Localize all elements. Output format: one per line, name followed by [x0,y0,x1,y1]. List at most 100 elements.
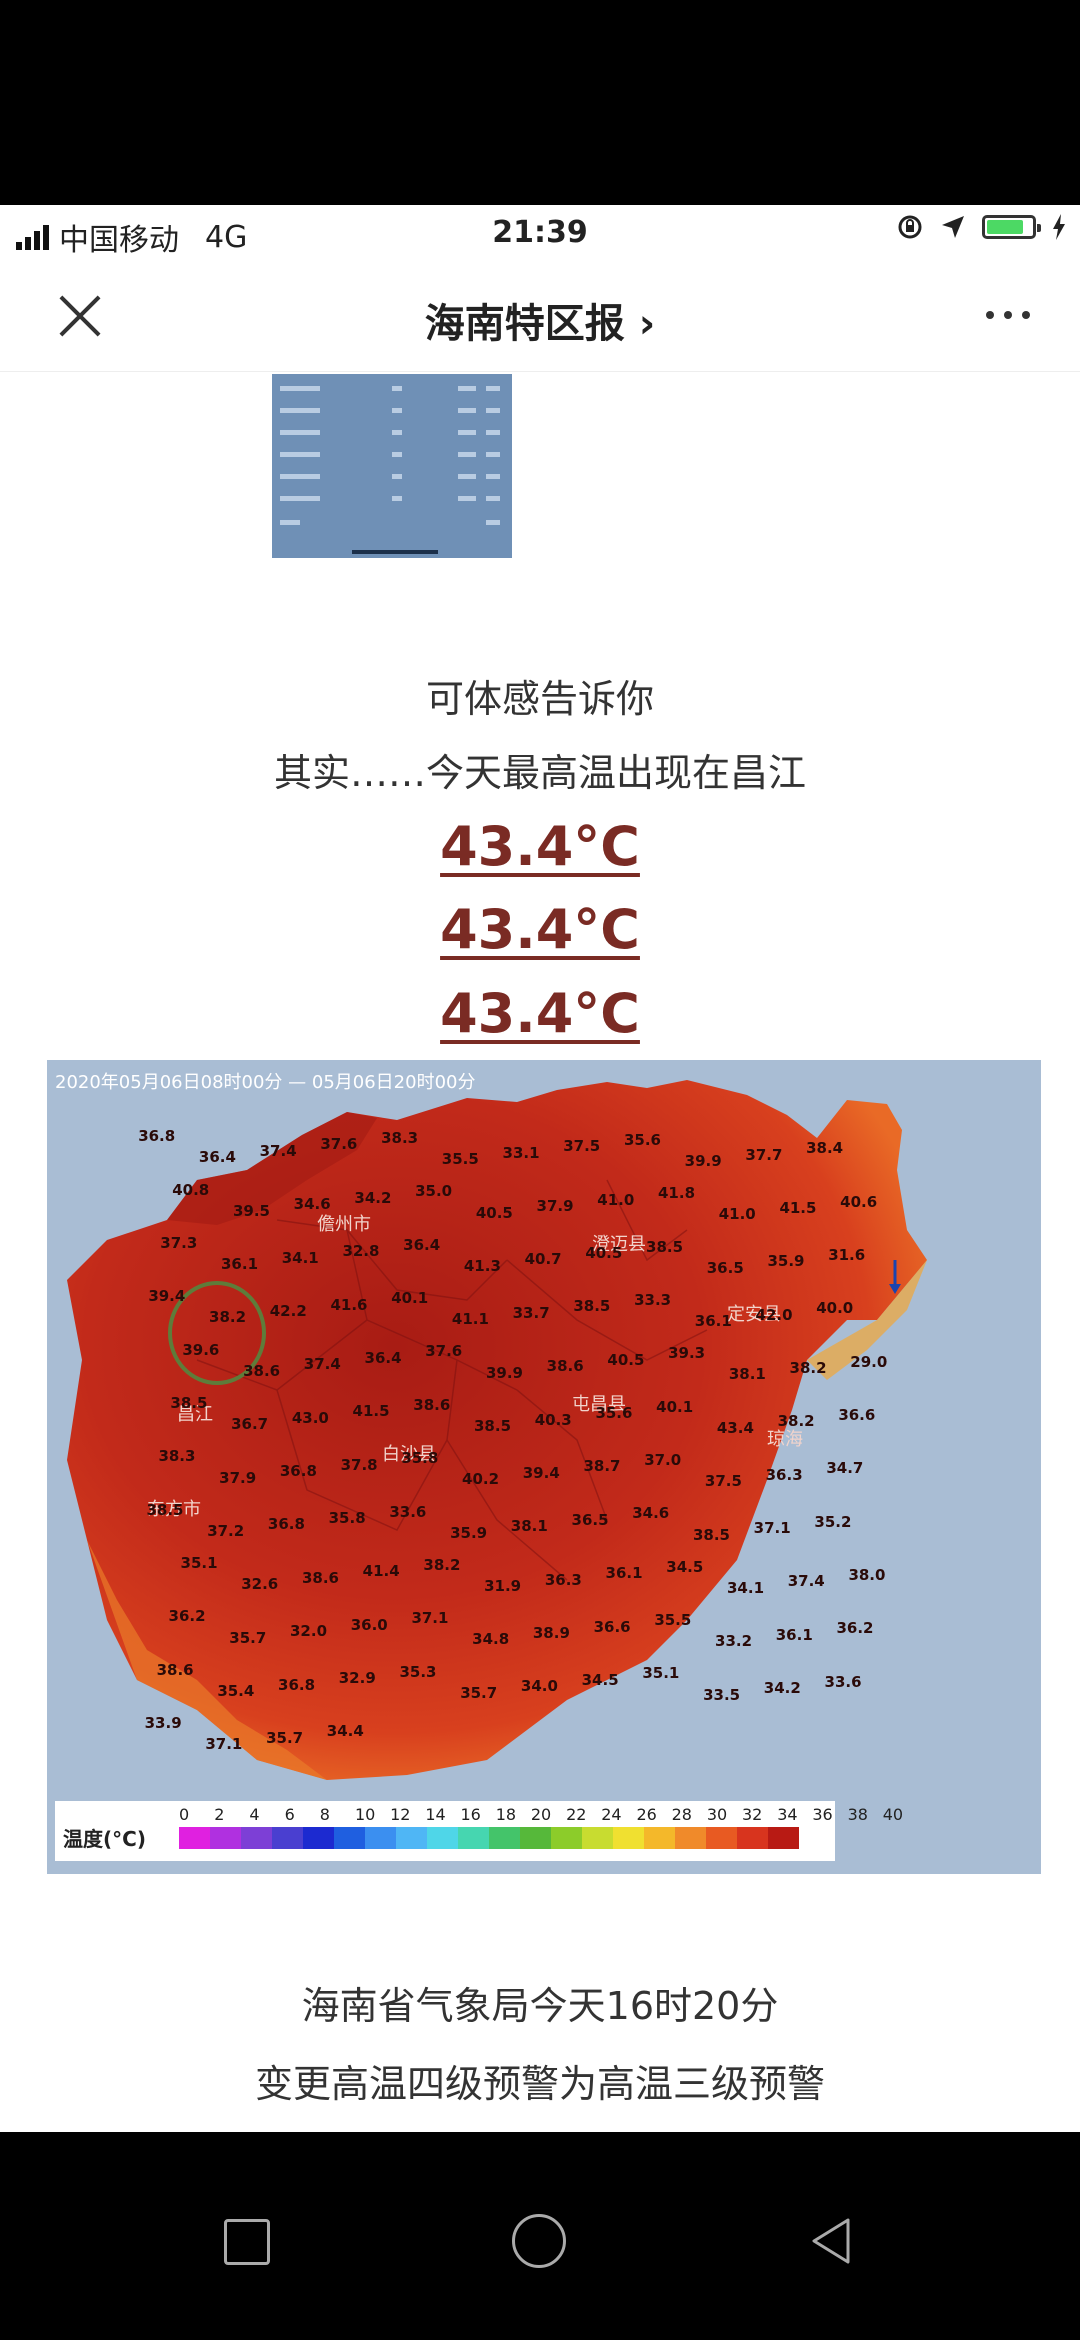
temp-reading: 35.2 [814,1512,852,1531]
legend-tick: 30 [706,1805,728,1824]
temp-reading: 36.5 [706,1258,744,1277]
temp-reading: 39.3 [668,1344,706,1363]
temp-reading: 41.0 [597,1190,635,1209]
temp-reading: 41.5 [352,1402,390,1421]
temperature-legend: 温度(°C) 0 2 4 6 8 10 12 14 16 18 20 22 24 26 28 30 32 34 36… [55,1801,903,1861]
legend-tick: 40 [882,1805,904,1824]
location-icon [942,216,964,238]
temp-reading: 34.1 [281,1248,319,1267]
temp-reading: 36.8 [278,1675,316,1694]
temp-reading: 36.4 [198,1148,236,1167]
temp-reading: 33.1 [502,1143,540,1162]
temp-reading: 32.6 [241,1575,279,1594]
weather-forecast-thumbnail[interactable] [272,374,512,558]
temp-reading: 37.6 [425,1342,463,1361]
temp-reading: 41.5 [779,1198,817,1217]
temp-reading: 37.9 [219,1468,257,1487]
temp-reading: 33.5 [703,1685,741,1704]
temp-reading: 31.6 [828,1245,866,1264]
legend-tick: 0 [179,1805,190,1824]
temp-reading: 34.4 [326,1722,364,1741]
legend-tick: 4 [249,1805,260,1824]
legend-swatch [644,1827,675,1849]
legend-swatch [334,1827,365,1849]
temp-reading: 36.2 [168,1607,206,1626]
legend-tick: 36 [812,1805,833,1824]
legend-tick: 22 [566,1805,587,1824]
legend-swatch [427,1827,458,1849]
temp-reading: 35.5 [441,1150,479,1169]
temp-reading: 37.4 [787,1572,825,1591]
charging-icon [1053,214,1065,240]
temp-reading: 34.6 [632,1504,670,1523]
temp-reading: 36.3 [765,1465,803,1484]
temp-reading: 40.0 [816,1299,854,1318]
legend-swatch [210,1827,241,1849]
temp-reading: 36.8 [138,1127,176,1146]
temperature-map[interactable]: 2020年05月06日08时00分 — 05月06日20时00分 儋州市 澄迈县定… [47,1060,1041,1874]
legend-tick: 6 [284,1805,295,1824]
account-title[interactable]: 海南特区报 › [0,291,1080,349]
temp-reading: 33.3 [634,1290,672,1309]
temp-reading: 33.6 [389,1502,427,1521]
temp-reading: 35.6 [623,1130,661,1149]
temp-reading: 39.9 [684,1152,722,1171]
temp-reading: 36.8 [279,1462,317,1481]
temp-reading: 38.2 [789,1359,827,1378]
temp-reading: 38.5 [646,1237,684,1256]
temp-reading: 38.7 [583,1457,621,1476]
temp-reading: 39.5 [232,1201,270,1220]
temp-reading: 34.8 [472,1630,510,1649]
legend-swatch [613,1827,644,1849]
legend-tick: 26 [636,1805,657,1824]
temp-reading: 35.6 [595,1404,633,1423]
temp-reading: 35.9 [450,1523,488,1542]
temp-reading: 41.4 [362,1562,400,1581]
temp-reading: 37.5 [704,1472,742,1491]
status-bar: 中国移动 4G 21:39 [0,205,1080,261]
battery-icon [982,215,1041,239]
back-button[interactable] [810,2216,852,2266]
temp-reading: 38.6 [301,1568,339,1587]
temp-reading: 39.9 [485,1363,523,1382]
home-button[interactable] [512,2214,566,2268]
temp-reading: 40.6 [840,1192,878,1211]
temp-reading: 38.5 [146,1500,184,1519]
temp-reading: 38.5 [573,1297,611,1316]
temp-reading: 38.0 [848,1566,886,1585]
temp-reading: 33.2 [715,1632,753,1651]
temp-reading: 38.3 [381,1129,419,1148]
map-labels-layer: 儋州市 澄迈县 定安县 昌江 白沙县 屯昌县 琼海 东方市 36.8 36.4 37.4 37.6 38… [47,1060,1041,1874]
map-region-label: 儋州市 [317,1214,371,1235]
temp-reading: 35.8 [401,1449,439,1468]
temp-reading: 36.2 [836,1619,874,1638]
temp-reading: 32.9 [338,1669,376,1688]
legend-tick: 16 [460,1805,481,1824]
temp-reading: 36.6 [838,1405,876,1424]
legend-tick: 18 [495,1805,517,1824]
temp-reading: 40.3 [534,1410,572,1429]
temp-reading: 36.1 [221,1255,259,1274]
temp-reading: 34.2 [354,1188,392,1207]
top-black-area [0,0,1080,205]
temp-reading: 34.5 [666,1557,704,1576]
orientation-lock-icon [898,215,922,239]
temp-reading: 38.2 [423,1555,461,1574]
temp-reading: 38.6 [243,1361,281,1380]
temp-reading: 35.7 [266,1728,304,1747]
temp-reading: 38.1 [510,1517,548,1536]
temp-reading: 35.4 [217,1681,255,1700]
temp-reading: 34.6 [293,1195,331,1214]
recent-apps-button[interactable] [224,2219,270,2265]
temp-reading: 33.7 [512,1303,550,1322]
temp-reading: 37.5 [563,1137,601,1156]
temp-reading: 40.5 [475,1203,513,1222]
temp-reading: 36.8 [267,1515,305,1534]
temp-reading: 31.9 [484,1577,522,1596]
temp-reading: 43.0 [291,1408,329,1427]
legend-swatch [272,1827,303,1849]
temp-reading: 35.5 [654,1611,692,1630]
more-options-icon[interactable] [986,311,1030,319]
legend-swatch [675,1827,706,1849]
temp-reading: 36.6 [593,1617,631,1636]
